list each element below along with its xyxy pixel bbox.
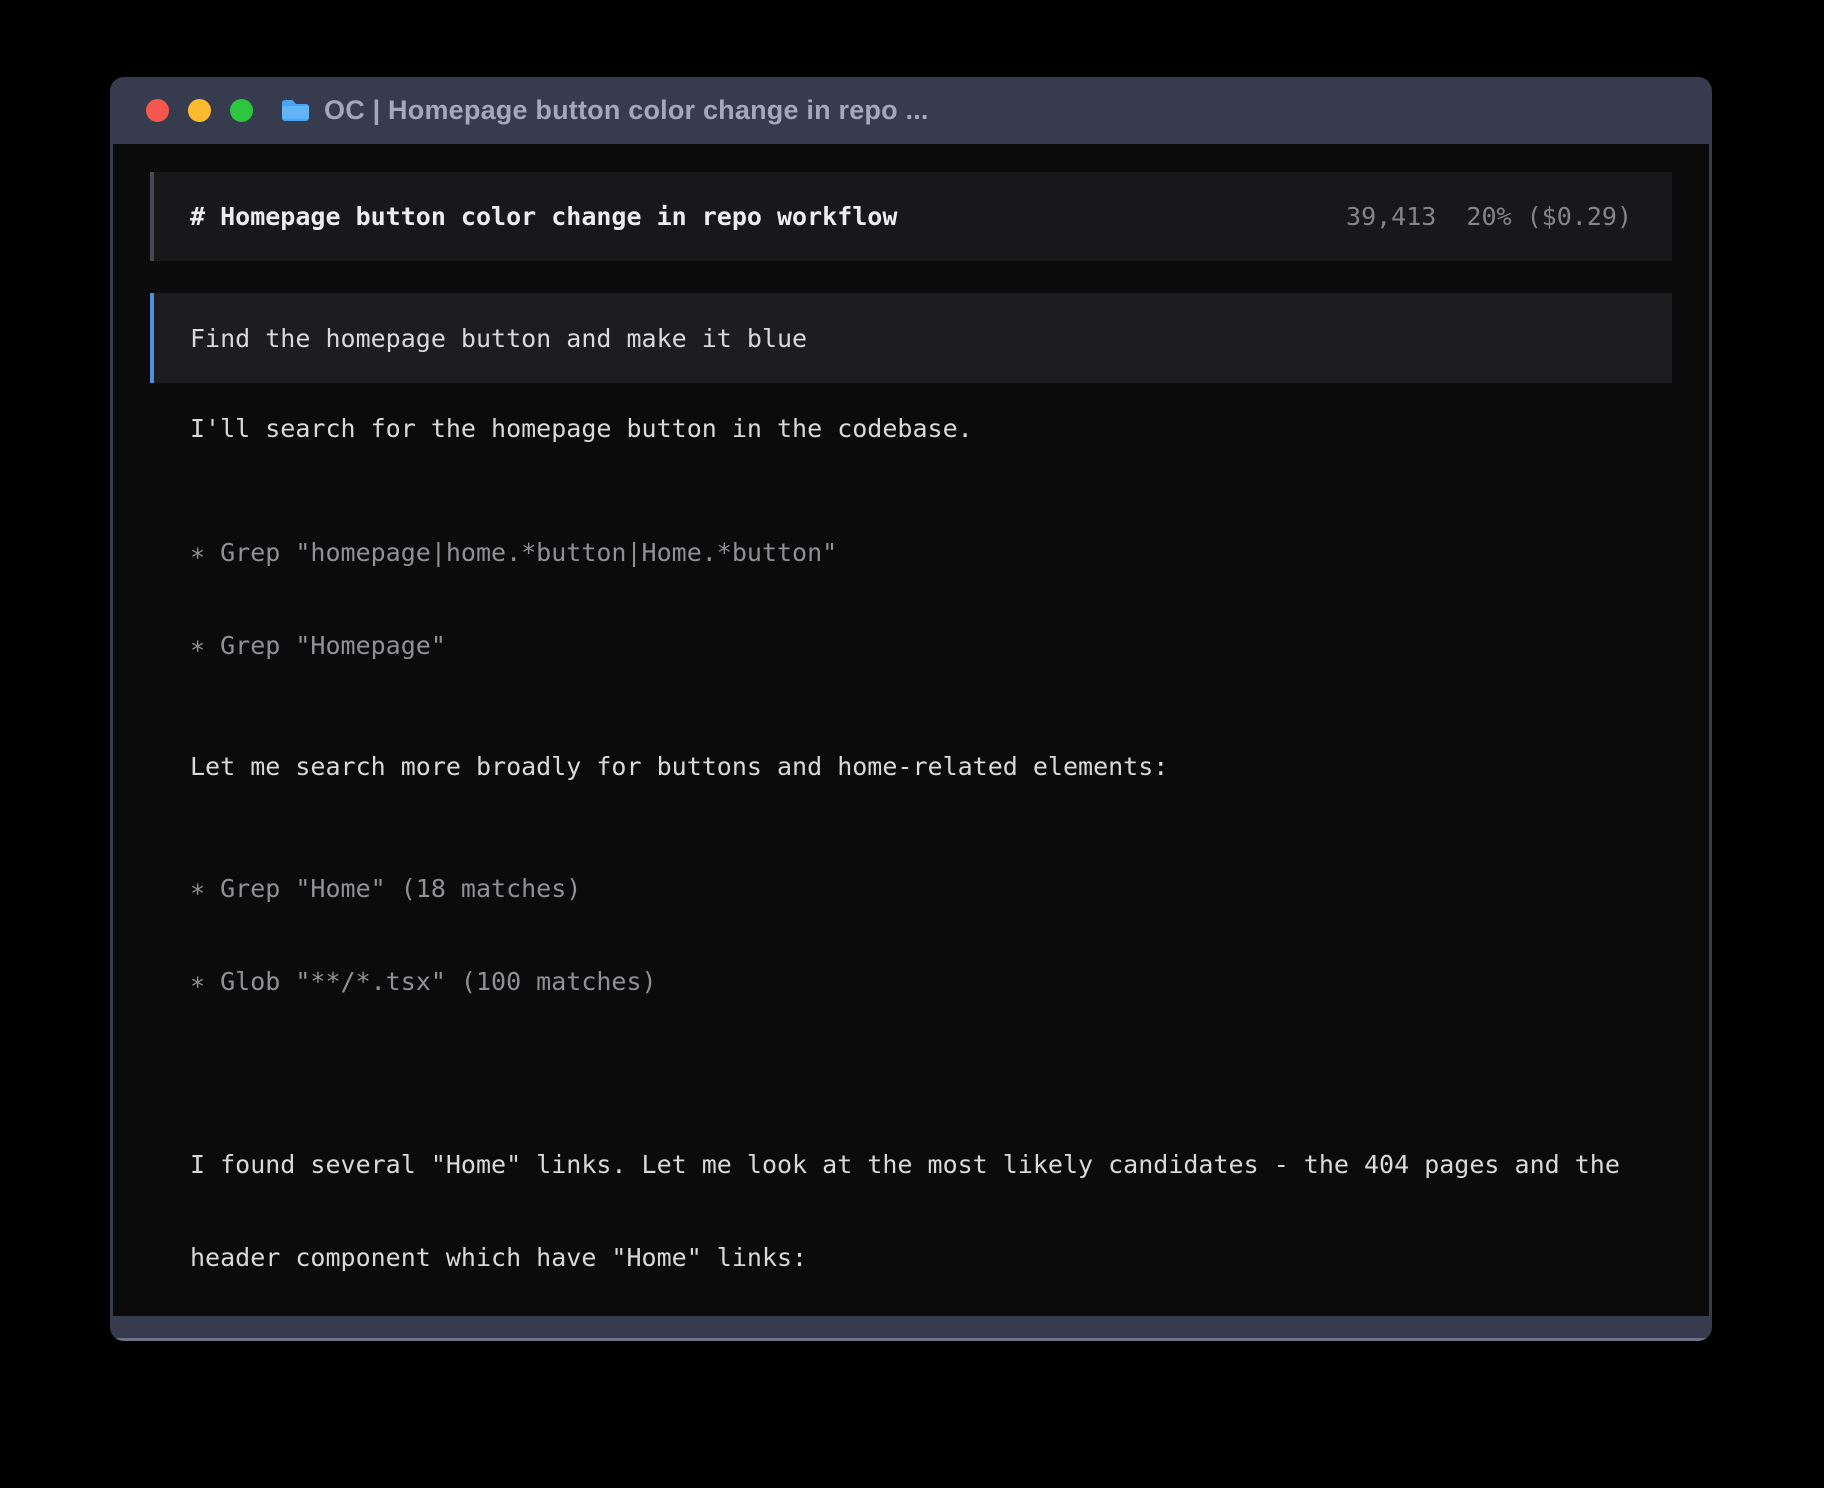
assistant-paragraph: Let me search more broadly for buttons a…	[150, 751, 1672, 782]
tool-call-group: ∗ Grep "Home" (18 matches) ∗ Glob "**/*.…	[150, 811, 1672, 1059]
tool-call-line: ∗ Grep "Homepage"	[190, 630, 1672, 661]
zoom-button[interactable]	[230, 99, 253, 122]
user-message: Find the homepage button and make it blu…	[150, 293, 1672, 383]
tool-call-group: ∗ Grep "homepage|home.*button|Home.*butt…	[150, 475, 1672, 723]
session-header: # Homepage button color change in repo w…	[150, 172, 1672, 261]
traffic-lights	[146, 99, 253, 122]
tool-call-line: ∗ Glob "**/*.tsx" (100 matches)	[190, 966, 1672, 997]
assistant-paragraph-line: I found several "Home" links. Let me loo…	[190, 1149, 1672, 1180]
session-stats: 39,413 20% ($0.29)	[1346, 201, 1632, 232]
terminal-content: # Homepage button color change in repo w…	[113, 144, 1709, 1316]
assistant-paragraph-line: header component which have "Home" links…	[190, 1242, 1672, 1273]
close-button[interactable]	[146, 99, 169, 122]
session-title: # Homepage button color change in repo w…	[190, 201, 897, 232]
terminal-window: OC | Homepage button color change in rep…	[110, 77, 1712, 1341]
tool-call-line: ∗ Grep "Home" (18 matches)	[190, 873, 1672, 904]
folder-icon	[280, 98, 311, 124]
user-message-text: Find the homepage button and make it blu…	[190, 323, 807, 354]
tool-call-line: ∗ Grep "homepage|home.*button|Home.*butt…	[190, 537, 1672, 568]
titlebar: OC | Homepage button color change in rep…	[110, 77, 1712, 144]
minimize-button[interactable]	[188, 99, 211, 122]
window-title: OC | Homepage button color change in rep…	[324, 95, 929, 126]
assistant-paragraph: I'll search for the homepage button in t…	[150, 413, 1672, 444]
assistant-paragraph: I found several "Home" links. Let me loo…	[150, 1087, 1672, 1335]
